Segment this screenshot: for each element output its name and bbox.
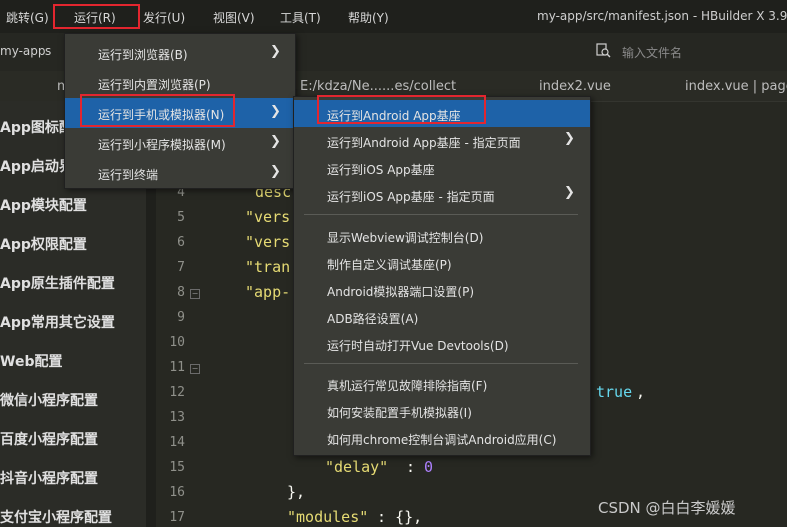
submenu-vue-devtools[interactable]: 运行时自动打开Vue Devtools(D) <box>294 330 590 357</box>
file-search-box[interactable]: 输入文件名 <box>590 41 787 63</box>
menu-item-label: 运行到浏览器(B) <box>98 48 188 62</box>
tab-index2[interactable]: index2.vue <box>539 79 611 94</box>
line-number: 17 <box>169 510 185 525</box>
code-token-comma: , <box>636 383 646 401</box>
menu-separator <box>304 214 578 215</box>
line-number: 8 <box>177 285 185 300</box>
menu-item-label: 运行时自动打开Vue Devtools(D) <box>327 339 509 353</box>
line-number: 11 <box>169 360 185 375</box>
sidebar-item-app-modules[interactable]: App模块配置 <box>0 195 87 215</box>
sidebar-item-alipay[interactable]: 支付宝小程序配置 <box>0 507 112 527</box>
sidebar-item-douyin[interactable]: 抖音小程序配置 <box>0 468 98 488</box>
menu-item-label: 显示Webview调试控制台(D) <box>327 231 484 245</box>
submenu-android-base-page[interactable]: 运行到Android App基座 - 指定页面 ❯ <box>294 127 590 154</box>
submenu-install-emulator[interactable]: 如何安装配置手机模拟器(I) <box>294 397 590 424</box>
tab-collect[interactable]: E:/kdza/Ne......es/collect <box>300 79 456 94</box>
menu-item-label: 运行到内置浏览器(P) <box>98 78 211 92</box>
code-token-key: "modules" <box>287 508 369 526</box>
annotation-box-run-menu <box>53 4 140 29</box>
menu-tools[interactable]: 工具(T) <box>280 9 321 26</box>
line-number: 7 <box>177 260 185 275</box>
submenu-ios-base-page[interactable]: 运行到iOS App基座 - 指定页面 ❯ <box>294 181 590 208</box>
submenu-webview-console[interactable]: 显示Webview调试控制台(D) <box>294 222 590 249</box>
line-number: 5 <box>177 210 185 225</box>
line-number: 14 <box>169 435 185 450</box>
menu-item-label: 运行到iOS App基座 <box>327 163 435 177</box>
line-number: 10 <box>169 335 185 350</box>
sidebar-item-app-native-plugins[interactable]: App原生插件配置 <box>0 273 115 293</box>
chevron-right-icon: ❯ <box>270 164 281 179</box>
submenu-emulator-port[interactable]: Android模拟器端口设置(P) <box>294 276 590 303</box>
menu-item-label: Android模拟器端口设置(P) <box>327 285 474 299</box>
sidebar-item-app-other[interactable]: App常用其它设置 <box>0 312 115 332</box>
watermark: CSDN @白白李媛媛 <box>598 499 736 517</box>
annotation-box-device-item <box>80 94 235 127</box>
menu-publish[interactable]: 发行(U) <box>143 9 185 26</box>
search-input[interactable]: 输入文件名 <box>622 44 682 61</box>
device-submenu: 运行到Android App基座 运行到Android App基座 - 指定页面… <box>293 96 591 456</box>
code-token-colon: : <box>397 458 425 476</box>
menu-separator <box>304 363 578 364</box>
chevron-right-icon: ❯ <box>564 185 575 200</box>
sidebar-item-baidu[interactable]: 百度小程序配置 <box>0 429 98 449</box>
menu-item-label: 运行到Android App基座 - 指定页面 <box>327 136 521 150</box>
run-menu-terminal[interactable]: 运行到终端 ❯ <box>65 158 295 188</box>
menu-item-label: 运行到终端 <box>98 168 159 182</box>
sidebar-item-weixin[interactable]: 微信小程序配置 <box>0 390 98 410</box>
fold-toggle-icon[interactable]: − <box>190 289 200 299</box>
menu-item-label: 如何用chrome控制台调试Android应用(C) <box>327 433 557 447</box>
line-number: 13 <box>169 410 185 425</box>
submenu-chrome-debug[interactable]: 如何用chrome控制台调试Android应用(C) <box>294 424 590 451</box>
menu-item-label: 如何安装配置手机模拟器(I) <box>327 406 472 420</box>
code-line: "app- <box>245 283 291 301</box>
chevron-right-icon: ❯ <box>270 44 281 59</box>
chevron-right-icon: ❯ <box>270 134 281 149</box>
menu-help[interactable]: 帮助(Y) <box>348 9 389 26</box>
menu-item-label: 制作自定义调试基座(P) <box>327 258 452 272</box>
menu-item-label: 运行到小程序模拟器(M) <box>98 138 226 152</box>
menu-view[interactable]: 视图(V) <box>213 9 255 26</box>
search-icon <box>595 42 611 62</box>
project-path-fragment: s <box>45 44 52 58</box>
line-number: 16 <box>169 485 185 500</box>
run-menu-browser[interactable]: 运行到浏览器(B) ❯ <box>65 38 295 68</box>
fold-toggle-icon[interactable]: − <box>190 364 200 374</box>
menu-item-label: 真机运行常见故障排除指南(F) <box>327 379 488 393</box>
submenu-adb-path[interactable]: ADB路径设置(A) <box>294 303 590 330</box>
code-token-boolean: true <box>596 383 633 401</box>
project-name[interactable]: my-app <box>0 44 46 58</box>
run-menu-miniprogram[interactable]: 运行到小程序模拟器(M) ❯ <box>65 128 295 158</box>
menu-item-label: ADB路径设置(A) <box>327 312 419 326</box>
code-line: }, <box>287 483 306 501</box>
code-token-key: "delay" <box>325 458 389 476</box>
window-title: my-app/src/manifest.json - HBuilder X 3.… <box>537 9 787 23</box>
menu-item-label: 运行到iOS App基座 - 指定页面 <box>327 190 495 204</box>
tab-index[interactable]: index.vue | pages <box>685 79 787 94</box>
chevron-right-icon: ❯ <box>270 104 281 119</box>
chevron-right-icon: ❯ <box>564 131 575 146</box>
sidebar-item-app-icon[interactable]: App图标配 <box>0 117 73 137</box>
submenu-troubleshooting[interactable]: 真机运行常见故障排除指南(F) <box>294 370 590 397</box>
line-number: 9 <box>177 310 185 325</box>
annotation-box-android-base <box>317 95 486 124</box>
menu-goto[interactable]: 跳转(G) <box>6 9 49 26</box>
submenu-ios-base[interactable]: 运行到iOS App基座 <box>294 154 590 181</box>
code-line: "vers <box>245 208 291 226</box>
sidebar-item-app-splash[interactable]: App启动界 <box>0 156 73 176</box>
line-number: 6 <box>177 235 185 250</box>
line-number: 15 <box>169 460 185 475</box>
code-line: "tran <box>245 258 291 276</box>
code-token-rest: : {}, <box>368 508 423 526</box>
code-token-number: 0 <box>424 458 434 476</box>
sidebar-item-app-permissions[interactable]: App权限配置 <box>0 234 87 254</box>
code-line: "vers <box>245 233 291 251</box>
line-number: 12 <box>169 385 185 400</box>
submenu-custom-base[interactable]: 制作自定义调试基座(P) <box>294 249 590 276</box>
sidebar-item-web[interactable]: Web配置 <box>0 351 62 371</box>
